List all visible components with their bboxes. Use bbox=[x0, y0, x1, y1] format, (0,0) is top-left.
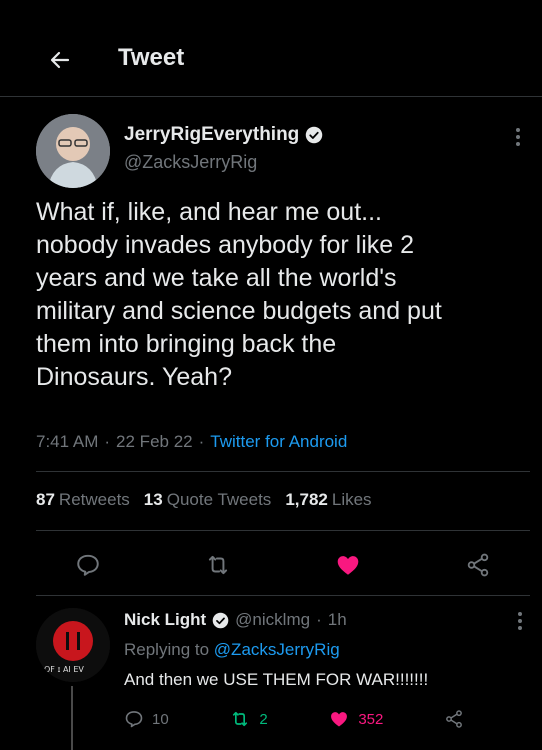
likes-stat[interactable]: 1,782 Likes bbox=[285, 490, 371, 510]
verified-badge-icon bbox=[306, 126, 323, 144]
retweet-icon bbox=[233, 711, 248, 727]
reply-author-handle[interactable]: @nicklmg bbox=[235, 610, 310, 630]
reply-like-button[interactable]: 352 bbox=[328, 709, 383, 729]
author-name[interactable]: JerryRigEverything bbox=[124, 124, 299, 146]
top-bar: Tweet bbox=[0, 0, 542, 97]
author-name-row: JerryRigEverything bbox=[124, 124, 323, 146]
svg-text:OF ɪ AI EV: OF ɪ AI EV bbox=[44, 665, 84, 674]
reply-count: 10 bbox=[152, 710, 169, 728]
tweet-date: 22 Feb 22 bbox=[116, 432, 193, 451]
like-heart-icon bbox=[331, 712, 348, 727]
meta-separator: · bbox=[104, 432, 111, 451]
reply-reply-button[interactable]: 10 bbox=[124, 709, 169, 729]
quote-tweets-stat[interactable]: 13 Quote Tweets bbox=[144, 490, 272, 510]
tweet-action-bar bbox=[68, 548, 498, 582]
reply-text: And then we USE THEM FOR WAR!!!!!!! bbox=[124, 670, 429, 689]
thread-line bbox=[71, 686, 73, 750]
reply-action-bar: 10 2 352 bbox=[124, 706, 464, 732]
back-arrow-icon[interactable] bbox=[44, 44, 76, 76]
retweet-count: 2 bbox=[259, 710, 268, 728]
retweets-stat[interactable]: 87 Retweets bbox=[36, 490, 130, 510]
retweet-icon[interactable] bbox=[198, 548, 238, 582]
tweet-meta: 7:41 AM · 22 Feb 22 · Twitter for Androi… bbox=[36, 432, 347, 452]
tweet-stats: 87 Retweets 13 Quote Tweets 1,782 Likes bbox=[36, 490, 372, 510]
divider bbox=[36, 471, 530, 472]
reply-icon bbox=[125, 711, 143, 728]
meta-separator: · bbox=[316, 610, 322, 629]
meta-separator: · bbox=[198, 432, 205, 451]
reply-author-name[interactable]: Nick Light bbox=[124, 610, 206, 630]
divider bbox=[36, 530, 530, 531]
share-icon[interactable] bbox=[458, 548, 498, 582]
reply-header: Nick Light @nicklmg · 1h bbox=[124, 610, 347, 630]
share-icon bbox=[446, 710, 462, 728]
author-handle[interactable]: @ZacksJerryRig bbox=[124, 152, 257, 173]
reply-avatar[interactable]: OF ɪ AI EV bbox=[36, 608, 110, 682]
reply-icon[interactable] bbox=[68, 548, 108, 582]
page-title: Tweet bbox=[118, 44, 185, 71]
tweet-text: What if, like, and hear me out... nobody… bbox=[36, 198, 442, 391]
more-options-icon[interactable] bbox=[508, 608, 532, 634]
like-count: 352 bbox=[358, 710, 384, 728]
replying-to-mention[interactable]: @ZacksJerryRig bbox=[214, 640, 340, 659]
replying-to-line: Replying to @ZacksJerryRig bbox=[124, 640, 340, 660]
tweet-source-link[interactable]: Twitter for Android bbox=[210, 432, 347, 452]
reply-retweet-button[interactable]: 2 bbox=[229, 709, 268, 729]
reply-share-button[interactable] bbox=[444, 709, 464, 729]
reply-time: 1h bbox=[327, 610, 347, 629]
replying-to-label: Replying to bbox=[124, 640, 210, 659]
divider bbox=[36, 595, 530, 596]
avatar[interactable] bbox=[36, 114, 110, 188]
more-options-icon[interactable] bbox=[506, 124, 530, 150]
tweet-time: 7:41 AM bbox=[36, 432, 99, 451]
verified-badge-icon bbox=[212, 612, 229, 628]
like-heart-icon[interactable] bbox=[328, 548, 368, 582]
